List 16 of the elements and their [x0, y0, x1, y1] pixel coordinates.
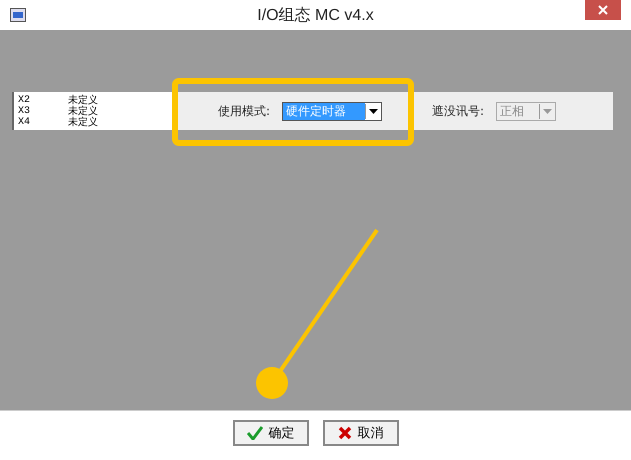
status-text: 未定义 — [68, 116, 98, 128]
mode-label: 使用模式: — [218, 102, 270, 120]
ok-button[interactable]: 确定 — [232, 420, 308, 446]
mask-label: 遮没讯号: — [432, 102, 484, 120]
port-label: X4 — [18, 116, 32, 128]
cancel-button[interactable]: 取消 — [322, 420, 398, 446]
status-text: 未定义 — [68, 94, 98, 106]
check-icon — [246, 426, 262, 440]
cross-icon — [338, 426, 352, 440]
port-label: X3 — [18, 106, 32, 116]
close-button[interactable] — [585, 0, 621, 20]
close-icon — [598, 5, 608, 15]
app-icon — [10, 8, 26, 22]
window-title: I/O组态 MC v4.x — [257, 6, 374, 26]
port-label: X2 — [18, 94, 32, 106]
status-text: 未定义 — [68, 106, 98, 116]
